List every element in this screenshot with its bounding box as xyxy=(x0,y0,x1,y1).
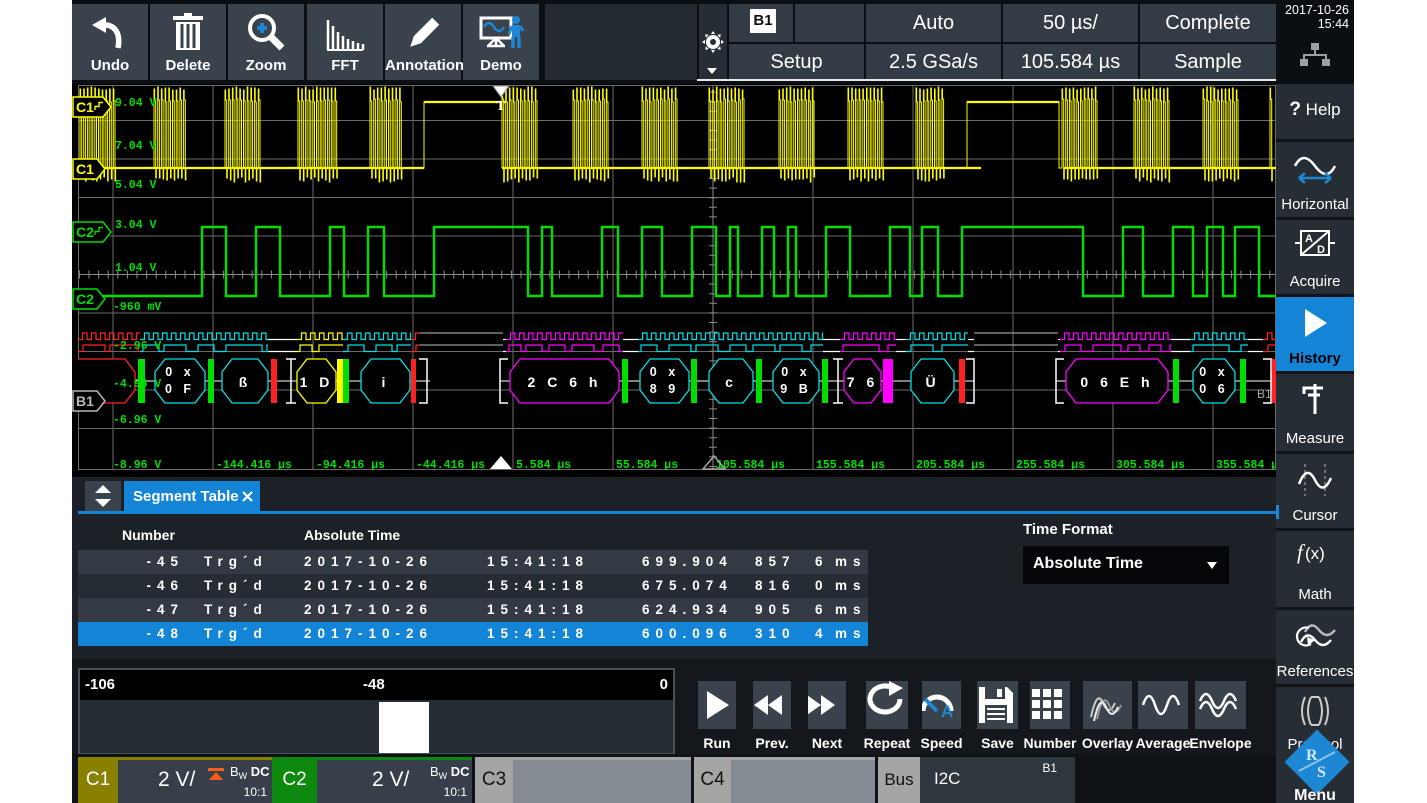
svg-text:9.04 V: 9.04 V xyxy=(115,97,157,110)
svg-text:-44.416 µs: -44.416 µs xyxy=(416,459,485,470)
svg-text:-94.416 µs: -94.416 µs xyxy=(316,459,385,470)
svg-text:0 x: 0 x xyxy=(165,365,194,379)
svg-text:C1: C1 xyxy=(76,161,94,177)
svg-text:0 6 E h: 0 6 E h xyxy=(1080,374,1153,390)
svg-text:105.584 µs: 105.584 µs xyxy=(716,459,785,470)
svg-text:255.584 µs: 255.584 µs xyxy=(1016,459,1085,470)
svg-text:ß: ß xyxy=(239,374,252,390)
svg-text:-8.96 V: -8.96 V xyxy=(113,459,161,470)
svg-text:A: A xyxy=(1305,233,1313,245)
svg-text:C1: C1 xyxy=(76,99,94,115)
svg-text:1 D: 1 D xyxy=(300,374,334,390)
svg-text:55.584 µs: 55.584 µs xyxy=(616,459,678,470)
svg-text:0 x: 0 x xyxy=(781,365,810,379)
svg-text:i: i xyxy=(382,374,390,390)
svg-text:-6.96 V: -6.96 V xyxy=(113,414,161,427)
svg-text:c: c xyxy=(725,374,737,390)
svg-text:C2: C2 xyxy=(76,224,94,240)
svg-text:1.04 V: 1.04 V xyxy=(115,262,157,275)
svg-text:0 x: 0 x xyxy=(1199,365,1228,379)
svg-text:8 9: 8 9 xyxy=(650,382,679,396)
svg-text:S: S xyxy=(1317,764,1326,781)
svg-text:-4.96 V: -4.96 V xyxy=(113,378,161,391)
svg-text:T: T xyxy=(496,99,506,114)
svg-text:5.584 µs: 5.584 µs xyxy=(516,459,571,470)
svg-text:0 6: 0 6 xyxy=(1199,382,1228,396)
svg-text:-144.416 µs: -144.416 µs xyxy=(216,459,292,470)
svg-text:(x): (x) xyxy=(1305,544,1325,563)
svg-text:0 F: 0 F xyxy=(165,382,195,396)
svg-text:R: R xyxy=(1306,747,1318,764)
svg-text:5.04 V: 5.04 V xyxy=(115,179,157,192)
svg-text:A: A xyxy=(941,702,953,721)
svg-text:0 x: 0 x xyxy=(650,365,679,379)
svg-text:D: D xyxy=(1317,244,1325,256)
svg-text:3.04 V: 3.04 V xyxy=(115,219,157,232)
svg-text:2 C 6 h: 2 C 6 h xyxy=(528,374,602,390)
svg-text:7 6: 7 6 xyxy=(847,374,878,390)
svg-text:B1: B1 xyxy=(76,393,94,409)
svg-text:305.584 µs: 305.584 µs xyxy=(1116,459,1185,470)
svg-text:7.04 V: 7.04 V xyxy=(115,140,157,153)
svg-text:155.584 µs: 155.584 µs xyxy=(816,459,885,470)
svg-text:205.584 µs: 205.584 µs xyxy=(916,459,985,470)
svg-text:9 B: 9 B xyxy=(780,382,811,396)
svg-text:Ü: Ü xyxy=(925,374,939,390)
svg-text:-2.96 V: -2.96 V xyxy=(113,340,161,353)
svg-text:355.584 µs: 355.584 µs xyxy=(1216,459,1276,470)
svg-text:B1: B1 xyxy=(1257,387,1272,401)
svg-text:C2: C2 xyxy=(76,291,94,307)
svg-text:-960 mV: -960 mV xyxy=(113,301,161,314)
